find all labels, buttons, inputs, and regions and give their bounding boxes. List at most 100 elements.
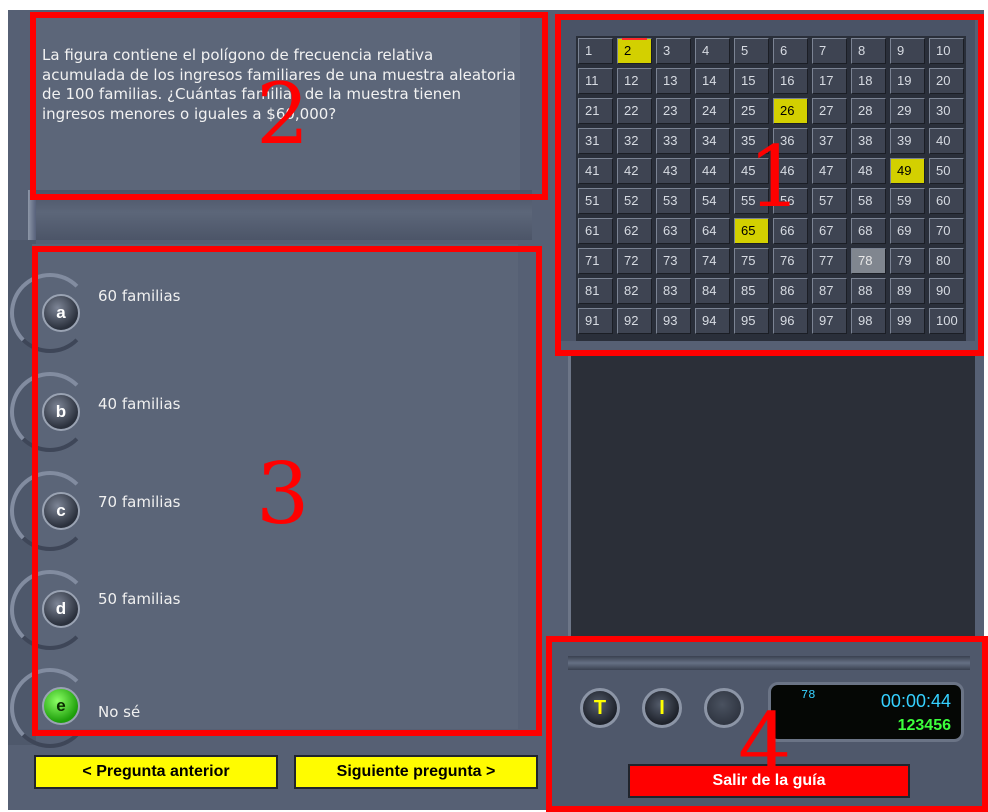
question-number-cell[interactable]: 66 (773, 218, 808, 244)
i-button[interactable]: I (642, 688, 682, 728)
question-number-cell[interactable]: 54 (695, 188, 730, 214)
question-number-cell[interactable]: 68 (851, 218, 886, 244)
option-c-button[interactable]: c (42, 492, 80, 530)
question-number-cell[interactable]: 47 (812, 158, 847, 184)
question-number-cell[interactable]: 40 (929, 128, 964, 154)
question-number-cell[interactable]: 96 (773, 308, 808, 334)
question-number-cell[interactable]: 30 (929, 98, 964, 124)
question-number-cell[interactable]: 17 (812, 68, 847, 94)
question-number-cell[interactable]: 76 (773, 248, 808, 274)
question-number-cell[interactable]: 97 (812, 308, 847, 334)
question-number-cell[interactable]: 84 (695, 278, 730, 304)
question-number-cell[interactable]: 44 (695, 158, 730, 184)
question-number-cell[interactable]: 34 (695, 128, 730, 154)
question-number-cell[interactable]: 37 (812, 128, 847, 154)
question-number-cell[interactable]: 2 (617, 38, 652, 64)
question-number-cell[interactable]: 95 (734, 308, 769, 334)
option-a-button[interactable]: a (42, 294, 80, 332)
question-number-cell[interactable]: 27 (812, 98, 847, 124)
question-number-cell[interactable]: 21 (578, 98, 613, 124)
question-number-cell[interactable]: 87 (812, 278, 847, 304)
question-number-cell[interactable]: 52 (617, 188, 652, 214)
question-number-cell[interactable]: 89 (890, 278, 925, 304)
question-number-cell[interactable]: 51 (578, 188, 613, 214)
question-number-cell[interactable]: 6 (773, 38, 808, 64)
question-number-cell[interactable]: 39 (890, 128, 925, 154)
option-c-label[interactable]: 70 familias (98, 493, 180, 511)
question-number-cell[interactable]: 11 (578, 68, 613, 94)
question-number-cell[interactable]: 46 (773, 158, 808, 184)
question-number-cell[interactable]: 59 (890, 188, 925, 214)
question-number-cell[interactable]: 65 (734, 218, 769, 244)
question-number-cell[interactable]: 99 (890, 308, 925, 334)
question-number-cell[interactable]: 16 (773, 68, 808, 94)
question-number-cell[interactable]: 81 (578, 278, 613, 304)
question-number-cell[interactable]: 79 (890, 248, 925, 274)
question-number-cell[interactable]: 13 (656, 68, 691, 94)
question-number-cell[interactable]: 92 (617, 308, 652, 334)
question-number-cell[interactable]: 36 (773, 128, 808, 154)
question-number-cell[interactable]: 7 (812, 38, 847, 64)
option-b-button[interactable]: b (42, 393, 80, 431)
next-question-button[interactable]: Siguiente pregunta > (294, 755, 538, 789)
question-number-cell[interactable]: 41 (578, 158, 613, 184)
question-number-cell[interactable]: 20 (929, 68, 964, 94)
question-number-cell[interactable]: 23 (656, 98, 691, 124)
previous-question-button[interactable]: < Pregunta anterior (34, 755, 278, 789)
option-b-label[interactable]: 40 familias (98, 395, 180, 413)
question-number-cell[interactable]: 74 (695, 248, 730, 274)
question-number-cell[interactable]: 60 (929, 188, 964, 214)
question-number-cell[interactable]: 9 (890, 38, 925, 64)
question-number-cell[interactable]: 100 (929, 308, 964, 334)
question-number-cell[interactable]: 48 (851, 158, 886, 184)
option-e-label[interactable]: No sé (98, 703, 140, 721)
question-number-cell[interactable]: 10 (929, 38, 964, 64)
question-number-cell[interactable]: 94 (695, 308, 730, 334)
question-number-cell[interactable]: 19 (890, 68, 925, 94)
question-number-cell[interactable]: 58 (851, 188, 886, 214)
question-number-cell[interactable]: 18 (851, 68, 886, 94)
question-number-cell[interactable]: 14 (695, 68, 730, 94)
question-number-cell[interactable]: 15 (734, 68, 769, 94)
question-number-cell[interactable]: 56 (773, 188, 808, 214)
option-a-label[interactable]: 60 familias (98, 287, 180, 305)
question-number-cell[interactable]: 55 (734, 188, 769, 214)
question-number-cell[interactable]: 57 (812, 188, 847, 214)
question-number-cell[interactable]: 62 (617, 218, 652, 244)
question-number-cell[interactable]: 82 (617, 278, 652, 304)
question-number-cell[interactable]: 91 (578, 308, 613, 334)
question-number-cell[interactable]: 67 (812, 218, 847, 244)
question-number-cell[interactable]: 72 (617, 248, 652, 274)
question-number-cell[interactable]: 24 (695, 98, 730, 124)
question-number-cell[interactable]: 69 (890, 218, 925, 244)
question-number-cell[interactable]: 38 (851, 128, 886, 154)
question-number-cell[interactable]: 93 (656, 308, 691, 334)
question-number-cell[interactable]: 3 (656, 38, 691, 64)
question-number-cell[interactable]: 5 (734, 38, 769, 64)
question-number-cell[interactable]: 90 (929, 278, 964, 304)
exit-guide-button[interactable]: Salir de la guía (628, 764, 910, 798)
question-number-cell[interactable]: 31 (578, 128, 613, 154)
question-number-cell[interactable]: 80 (929, 248, 964, 274)
question-number-cell[interactable]: 77 (812, 248, 847, 274)
option-d-label[interactable]: 50 familias (98, 590, 180, 608)
question-number-cell[interactable]: 32 (617, 128, 652, 154)
question-number-cell[interactable]: 26 (773, 98, 808, 124)
question-number-cell[interactable]: 53 (656, 188, 691, 214)
question-number-cell[interactable]: 61 (578, 218, 613, 244)
question-number-cell[interactable]: 78 (851, 248, 886, 274)
question-number-cell[interactable]: 22 (617, 98, 652, 124)
question-number-cell[interactable]: 83 (656, 278, 691, 304)
question-number-cell[interactable]: 33 (656, 128, 691, 154)
option-e-button[interactable]: e (42, 687, 80, 725)
question-number-cell[interactable]: 73 (656, 248, 691, 274)
question-number-cell[interactable]: 29 (890, 98, 925, 124)
question-number-cell[interactable]: 63 (656, 218, 691, 244)
question-number-cell[interactable]: 98 (851, 308, 886, 334)
question-number-cell[interactable]: 1 (578, 38, 613, 64)
question-number-cell[interactable]: 4 (695, 38, 730, 64)
question-number-cell[interactable]: 45 (734, 158, 769, 184)
question-number-cell[interactable]: 28 (851, 98, 886, 124)
question-number-cell[interactable]: 50 (929, 158, 964, 184)
question-number-cell[interactable]: 49 (890, 158, 925, 184)
